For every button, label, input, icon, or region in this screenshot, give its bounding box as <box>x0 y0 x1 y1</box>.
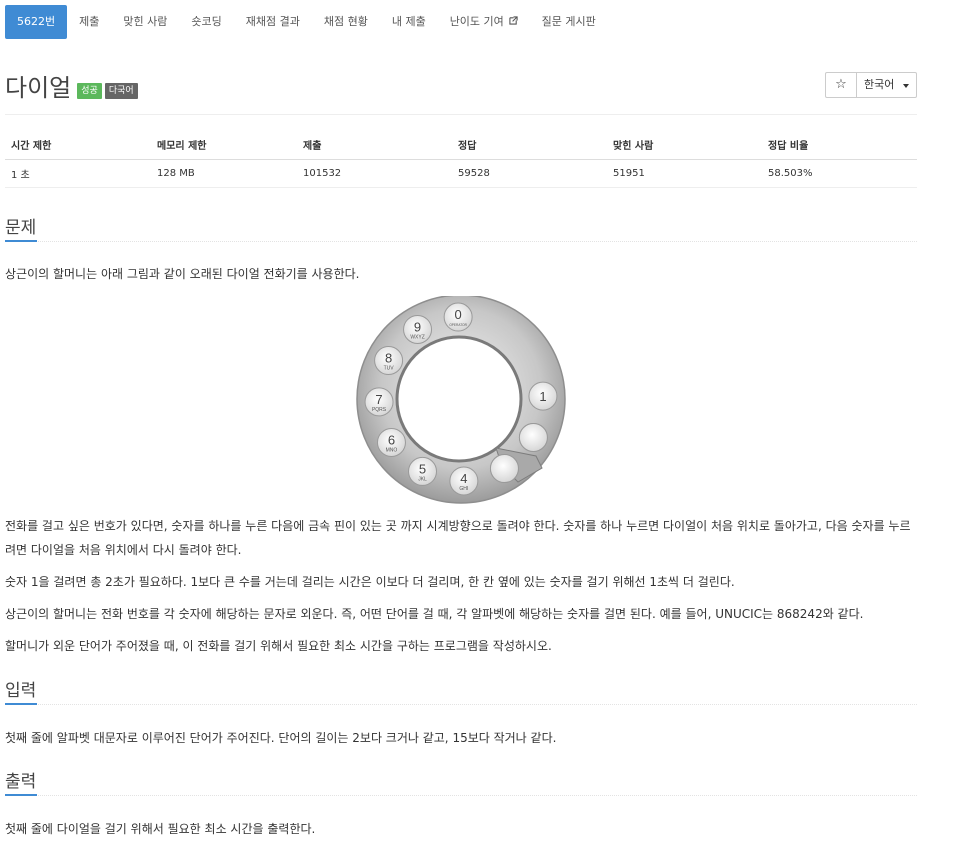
nav-tab-difficulty-label: 난이도 기여 <box>449 15 504 28</box>
dial-letters: MNO <box>386 447 398 453</box>
section-divider <box>5 795 917 796</box>
stats-header-row: 시간 제한 메모리 제한 제출 정답 맞힌 사람 정답 비율 <box>5 130 917 160</box>
nav-tab-solvers[interactable]: 맞힌 사람 <box>111 5 179 39</box>
stats-header: 맞힌 사람 <box>607 130 762 160</box>
dial-digit: 1 <box>539 389 546 404</box>
problem-header: 다이얼 성공 다국어 <box>5 68 138 103</box>
nav-tab-short-coding[interactable]: 숏코딩 <box>179 5 233 39</box>
dial-digit: 6 <box>388 432 395 447</box>
status-badge: 성공 <box>77 82 102 99</box>
problem-paragraph-1: 전화를 걸고 싶은 번호가 있다면, 숫자를 하나를 누른 다음에 금속 핀이 … <box>5 519 911 557</box>
dial-hole-blank <box>489 454 519 484</box>
nav-tab-questions[interactable]: 질문 게시판 <box>530 5 608 39</box>
star-icon: ☆ <box>835 77 847 92</box>
dial-digit: 9 <box>414 319 421 334</box>
input-description: 첫째 줄에 알파벳 대문자로 이루어진 단어가 주어진다. 단어의 길이는 2보… <box>5 731 557 745</box>
dial-digit: 4 <box>460 471 467 486</box>
dial-letters: WXYZ <box>410 334 424 340</box>
submission-count: 101532 <box>297 159 452 188</box>
nav-tab-status[interactable]: 채점 현황 <box>312 5 380 39</box>
solver-count: 51951 <box>607 159 762 188</box>
problem-paragraph-4: 할머니가 외운 단어가 주어졌을 때, 이 전화를 걸기 위해서 필요한 최소 … <box>5 639 552 653</box>
section-divider <box>5 704 917 705</box>
section-accent <box>5 794 37 796</box>
nav-tab-problem[interactable]: 5622번 <box>5 5 68 39</box>
section-heading-problem: 문제 <box>5 218 37 238</box>
star-button[interactable]: ☆ <box>825 72 857 98</box>
stats-header: 정답 비율 <box>762 130 917 160</box>
problem-nav: 5622번 제출 맞힌 사람 숏코딩 재채점 결과 채점 현황 내 제출 난이도… <box>5 5 608 39</box>
nav-tab-rejudge[interactable]: 재채점 결과 <box>234 5 312 39</box>
section-accent <box>5 703 37 705</box>
dial-letters: PQRS <box>372 407 387 413</box>
dial-digit: 0 <box>455 307 462 322</box>
dial-hole-blank <box>518 422 548 452</box>
dial-digit: 8 <box>385 351 392 366</box>
problem-paragraph-2: 숫자 1을 걸려면 총 2초가 필요하다. 1보다 큰 수를 거는데 걸리는 시… <box>5 575 735 589</box>
dial-letters: GHI <box>459 486 468 492</box>
caret-down-icon <box>903 84 909 88</box>
accepted-ratio: 58.503% <box>762 159 917 188</box>
multilang-badge: 다국어 <box>104 82 138 99</box>
stats-header: 제출 <box>297 130 452 160</box>
problem-title: 다이얼 <box>5 74 72 102</box>
dial-digit: 5 <box>419 461 426 476</box>
language-label: 한국어 <box>864 78 895 91</box>
time-limit: 1 초 <box>5 159 151 188</box>
problem-intro: 상근이의 할머니는 아래 그림과 같이 오래된 다이얼 전화기를 사용한다. <box>5 267 360 281</box>
divider <box>5 114 917 115</box>
section-accent <box>5 240 37 242</box>
dial-digit: 7 <box>375 392 382 407</box>
external-link-icon <box>506 16 518 28</box>
nav-tab-submit[interactable]: 제출 <box>67 5 111 39</box>
memory-limit: 128 MB <box>151 159 297 188</box>
dial-letters: JKL <box>418 476 427 482</box>
nav-tab-difficulty[interactable]: 난이도 기여 <box>438 5 530 39</box>
rotary-dial-image: 12ABC3DEF4GHI5JKL6MNO7PQRS8TUV9WXYZ0OPER… <box>356 296 566 504</box>
section-divider <box>5 241 917 242</box>
stats-value-row: 1 초 128 MB 101532 59528 51951 58.503% <box>5 159 917 188</box>
section-heading-input: 입력 <box>5 681 37 701</box>
dial-letters: OPERATOR <box>449 323 467 327</box>
stats-header: 메모리 제한 <box>151 130 297 160</box>
problem-paragraph-3: 상근이의 할머니는 전화 번호를 각 숫자에 해당하는 문자로 외운다. 즉, … <box>5 607 864 621</box>
dial-center <box>395 335 523 463</box>
nav-tab-my-submissions[interactable]: 내 제출 <box>380 5 438 39</box>
language-dropdown[interactable]: 한국어 <box>857 72 917 98</box>
problem-tools: ☆ 한국어 <box>825 72 917 98</box>
problem-stats-table: 시간 제한 메모리 제한 제출 정답 맞힌 사람 정답 비율 1 초 128 M… <box>5 130 917 188</box>
accepted-count: 59528 <box>452 159 607 188</box>
dial-letters: TUV <box>384 366 395 372</box>
output-description: 첫째 줄에 다이얼을 걸기 위해서 필요한 최소 시간을 출력한다. <box>5 822 316 836</box>
stats-header: 시간 제한 <box>5 130 151 160</box>
stats-header: 정답 <box>452 130 607 160</box>
section-heading-output: 출력 <box>5 772 37 792</box>
